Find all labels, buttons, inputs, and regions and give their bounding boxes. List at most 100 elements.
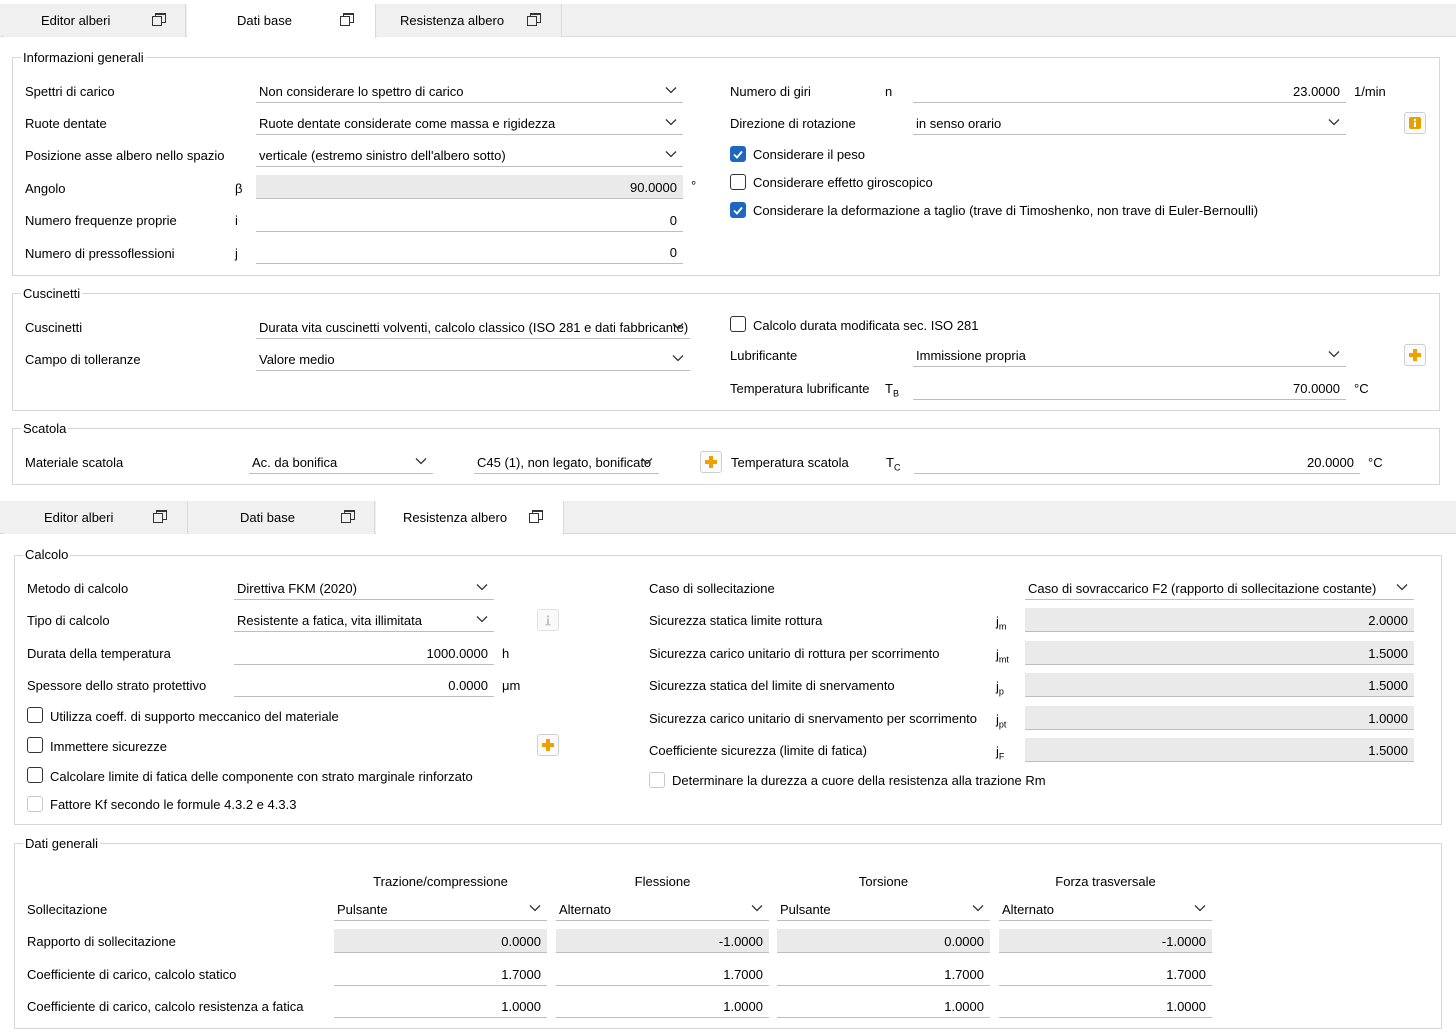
- select-value: Resistente a fatica, vita illimitata: [237, 613, 422, 628]
- tab-label: Editor alberi: [41, 13, 111, 28]
- fatigue-load-factor-input[interactable]: 1.0000: [999, 994, 1212, 1018]
- static-load-factor-input[interactable]: 1.7000: [556, 962, 769, 986]
- support-coeff-checkbox[interactable]: [27, 707, 43, 723]
- buckling-input[interactable]: 0: [256, 240, 683, 264]
- gears-label: Ruote dentate: [25, 116, 107, 131]
- tab-label: Resistenza albero: [400, 13, 505, 28]
- buckling-symbol: j: [235, 246, 238, 261]
- tab-resistenza-albero[interactable]: Resistenza albero: [376, 501, 564, 535]
- temp-duration-unit: h: [502, 646, 510, 661]
- select-value: C45 (1), non legato, bonificato: [477, 455, 652, 470]
- chevron-down-icon: [641, 458, 653, 465]
- lubricant-select[interactable]: Immissione propria: [913, 343, 1346, 367]
- kf-factor-checkbox[interactable]: [27, 796, 43, 812]
- chevron-down-icon: [672, 355, 684, 362]
- lub-temp-unit: °C: [1354, 381, 1369, 396]
- safety-label: Sicurezza carico unitario di snervamento…: [649, 711, 978, 726]
- window-restore-icon[interactable]: [152, 13, 166, 26]
- group-title: Dati generali: [23, 836, 100, 851]
- stress-select[interactable]: Alternato: [999, 897, 1212, 921]
- housing-temp-input[interactable]: 20.0000: [914, 450, 1360, 474]
- static-load-factor-input[interactable]: 1.7000: [999, 962, 1212, 986]
- chevron-down-icon: [1328, 119, 1340, 126]
- select-value: Ac. da bonifica: [252, 455, 338, 470]
- tab-editor-alberi[interactable]: Editor alberi: [4, 4, 186, 37]
- add-lubricant-button[interactable]: [1404, 344, 1426, 366]
- load-spectra-select[interactable]: Non considerare lo spettro di carico: [256, 79, 683, 103]
- static-load-factor-input[interactable]: 1.7000: [334, 962, 547, 986]
- select-value: Pulsante: [337, 902, 388, 917]
- load-case-select[interactable]: Caso di sovraccarico F2 (rapporto di sol…: [1025, 576, 1414, 600]
- select-value: Alternato: [559, 902, 612, 917]
- core-hardness-checkbox[interactable]: [649, 772, 665, 788]
- tab-resistenza-albero[interactable]: Resistenza albero: [377, 4, 562, 37]
- layer-input[interactable]: 0.0000: [234, 673, 494, 697]
- bearings-label: Cuscinetti: [25, 320, 83, 335]
- add-material-button[interactable]: [700, 451, 722, 473]
- surface-layer-label: Calcolare limite di fatica delle compone…: [50, 769, 473, 784]
- consider-weight-checkbox[interactable]: [730, 146, 746, 162]
- modified-life-checkbox[interactable]: [730, 316, 746, 332]
- info-icon: [1409, 117, 1421, 129]
- select-value: in senso orario: [916, 116, 1002, 131]
- enter-safeties-label: Immettere sicurezze: [50, 739, 168, 754]
- temp-duration-input[interactable]: 1000.0000: [234, 641, 494, 665]
- window-restore-icon[interactable]: [527, 13, 541, 26]
- fatigue-load-factor-input[interactable]: 1.0000: [556, 994, 769, 1018]
- fatigue-load-factor-input[interactable]: 1.0000: [334, 994, 547, 1018]
- group-title: Informazioni generali: [21, 50, 146, 65]
- calc-type-info-button[interactable]: [537, 609, 559, 631]
- tab-dati-base[interactable]: Dati base: [189, 501, 375, 534]
- bearings-select[interactable]: Durata vita cuscinetti volventi, calcolo…: [256, 315, 690, 339]
- plus-icon: [1409, 349, 1421, 361]
- static-load-factor-input[interactable]: 1.7000: [777, 962, 990, 986]
- group-title: Scatola: [21, 421, 69, 436]
- axis-position-select[interactable]: verticale (estremo sinistro dell'albero …: [256, 143, 683, 167]
- surface-layer-checkbox[interactable]: [27, 767, 43, 783]
- core-hardness-label: Determinare la durezza a cuore della res…: [672, 773, 1046, 788]
- plus-icon: [542, 739, 554, 751]
- shear-deformation-checkbox[interactable]: [730, 202, 746, 218]
- rotation-select[interactable]: in senso orario: [913, 111, 1346, 135]
- lub-temp-input[interactable]: 70.0000: [913, 376, 1346, 400]
- consider-weight-label: Considerare il peso: [753, 147, 866, 162]
- method-select[interactable]: Direttiva FKM (2020): [234, 576, 494, 600]
- gyroscopic-checkbox[interactable]: [730, 174, 746, 190]
- chevron-down-icon: [415, 458, 427, 465]
- stress-select[interactable]: Pulsante: [777, 897, 990, 921]
- gears-select[interactable]: Ruote dentate considerate come massa e r…: [256, 111, 683, 135]
- fatigue-load-factor-input[interactable]: 1.0000: [777, 994, 990, 1018]
- stress-select[interactable]: Pulsante: [334, 897, 547, 921]
- window-restore-icon[interactable]: [153, 510, 167, 523]
- temp-duration-label: Durata della temperatura: [27, 646, 171, 661]
- safety-label: Coefficiente sicurezza (limite di fatica…: [649, 743, 867, 758]
- tab-dati-base[interactable]: Dati base: [187, 4, 376, 38]
- safety-symbol: jF: [996, 744, 1005, 762]
- window-restore-icon[interactable]: [529, 510, 543, 523]
- enter-safeties-checkbox[interactable]: [27, 737, 43, 753]
- stress-select[interactable]: Alternato: [556, 897, 769, 921]
- chevron-down-icon: [972, 905, 984, 912]
- material-type-select[interactable]: Ac. da bonifica: [249, 450, 433, 474]
- column-header: Flessione: [634, 874, 691, 889]
- chevron-down-icon: [751, 905, 763, 912]
- window-restore-icon[interactable]: [340, 13, 354, 26]
- row-label: Coefficiente di carico, calcolo resisten…: [27, 999, 304, 1014]
- window-restore-icon[interactable]: [341, 510, 355, 523]
- calc-type-label: Tipo di calcolo: [27, 613, 110, 628]
- kf-factor-label: Fattore Kf secondo le formule 4.3.2 e 4.…: [50, 797, 297, 812]
- tolerance-select[interactable]: Valore medio: [256, 347, 690, 371]
- eigenfrequencies-input[interactable]: 0: [256, 208, 683, 232]
- chevron-down-icon: [529, 905, 541, 912]
- material-select[interactable]: C45 (1), non legato, bonificato: [474, 450, 659, 474]
- add-safety-button[interactable]: [537, 734, 559, 756]
- select-value: Durata vita cuscinetti volventi, calcolo…: [259, 320, 689, 335]
- info-button[interactable]: [1404, 112, 1426, 134]
- row-label: Sollecitazione: [27, 902, 108, 917]
- tab-editor-alberi[interactable]: Editor alberi: [4, 501, 188, 534]
- speed-input[interactable]: 23.0000: [913, 79, 1346, 103]
- safety-symbol: jp: [996, 679, 1004, 697]
- select-value: Valore medio: [259, 352, 335, 367]
- calc-type-select[interactable]: Resistente a fatica, vita illimitata: [234, 608, 494, 632]
- checkmark-icon: [733, 206, 743, 215]
